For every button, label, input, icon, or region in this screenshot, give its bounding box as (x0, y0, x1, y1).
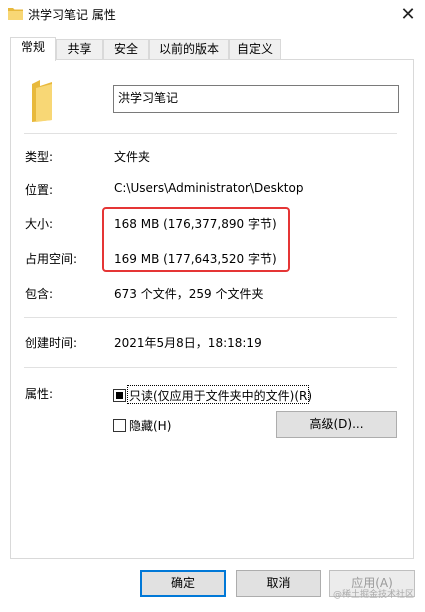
tab-sharing[interactable]: 共享 (56, 39, 103, 60)
created-label: 创建时间: (25, 336, 78, 350)
close-button[interactable]: ✕ (391, 0, 425, 30)
divider (24, 133, 397, 134)
tab-previous-versions[interactable]: 以前的版本 (149, 39, 229, 60)
contains-label: 包含: (25, 287, 54, 301)
advanced-button[interactable]: 高级(D)... (276, 411, 397, 438)
created-value: 2021年5月8日，18:18:19 (114, 336, 262, 350)
contains-value: 673 个文件，259 个文件夹 (114, 287, 264, 301)
location-label: 位置: (25, 183, 54, 197)
tab-general[interactable]: 常规 (10, 37, 56, 61)
readonly-checkbox[interactable] (113, 389, 126, 402)
size-highlight-annotation (102, 207, 290, 272)
folder-icon (32, 80, 52, 122)
disk-size-label: 占用空间: (25, 252, 78, 266)
divider (24, 367, 397, 368)
size-label: 大小: (25, 217, 54, 231)
cancel-button[interactable]: 取消 (236, 570, 321, 597)
window-title: 洪学习笔记 属性 (28, 8, 116, 22)
readonly-label[interactable]: 只读(仅应用于文件夹中的文件)(R) (129, 387, 312, 404)
watermark: @稀土掘金技术社区 (333, 590, 415, 600)
location-value: C:\Users\Administrator\Desktop (114, 181, 304, 195)
type-label: 类型: (25, 150, 54, 164)
ok-button[interactable]: 确定 (140, 570, 226, 597)
divider (24, 317, 397, 318)
attributes-label: 属性: (25, 387, 54, 401)
hidden-checkbox[interactable] (113, 419, 126, 432)
tab-security[interactable]: 安全 (103, 39, 149, 60)
folder-icon (8, 8, 23, 20)
tab-customize[interactable]: 自定义 (229, 39, 281, 60)
hidden-label[interactable]: 隐藏(H) (129, 417, 171, 434)
folder-name-input[interactable]: 洪学习笔记 (113, 85, 399, 113)
general-panel (10, 59, 414, 559)
type-value: 文件夹 (114, 150, 151, 164)
title-bar: 洪学习笔记 属性 ✕ (0, 0, 425, 30)
